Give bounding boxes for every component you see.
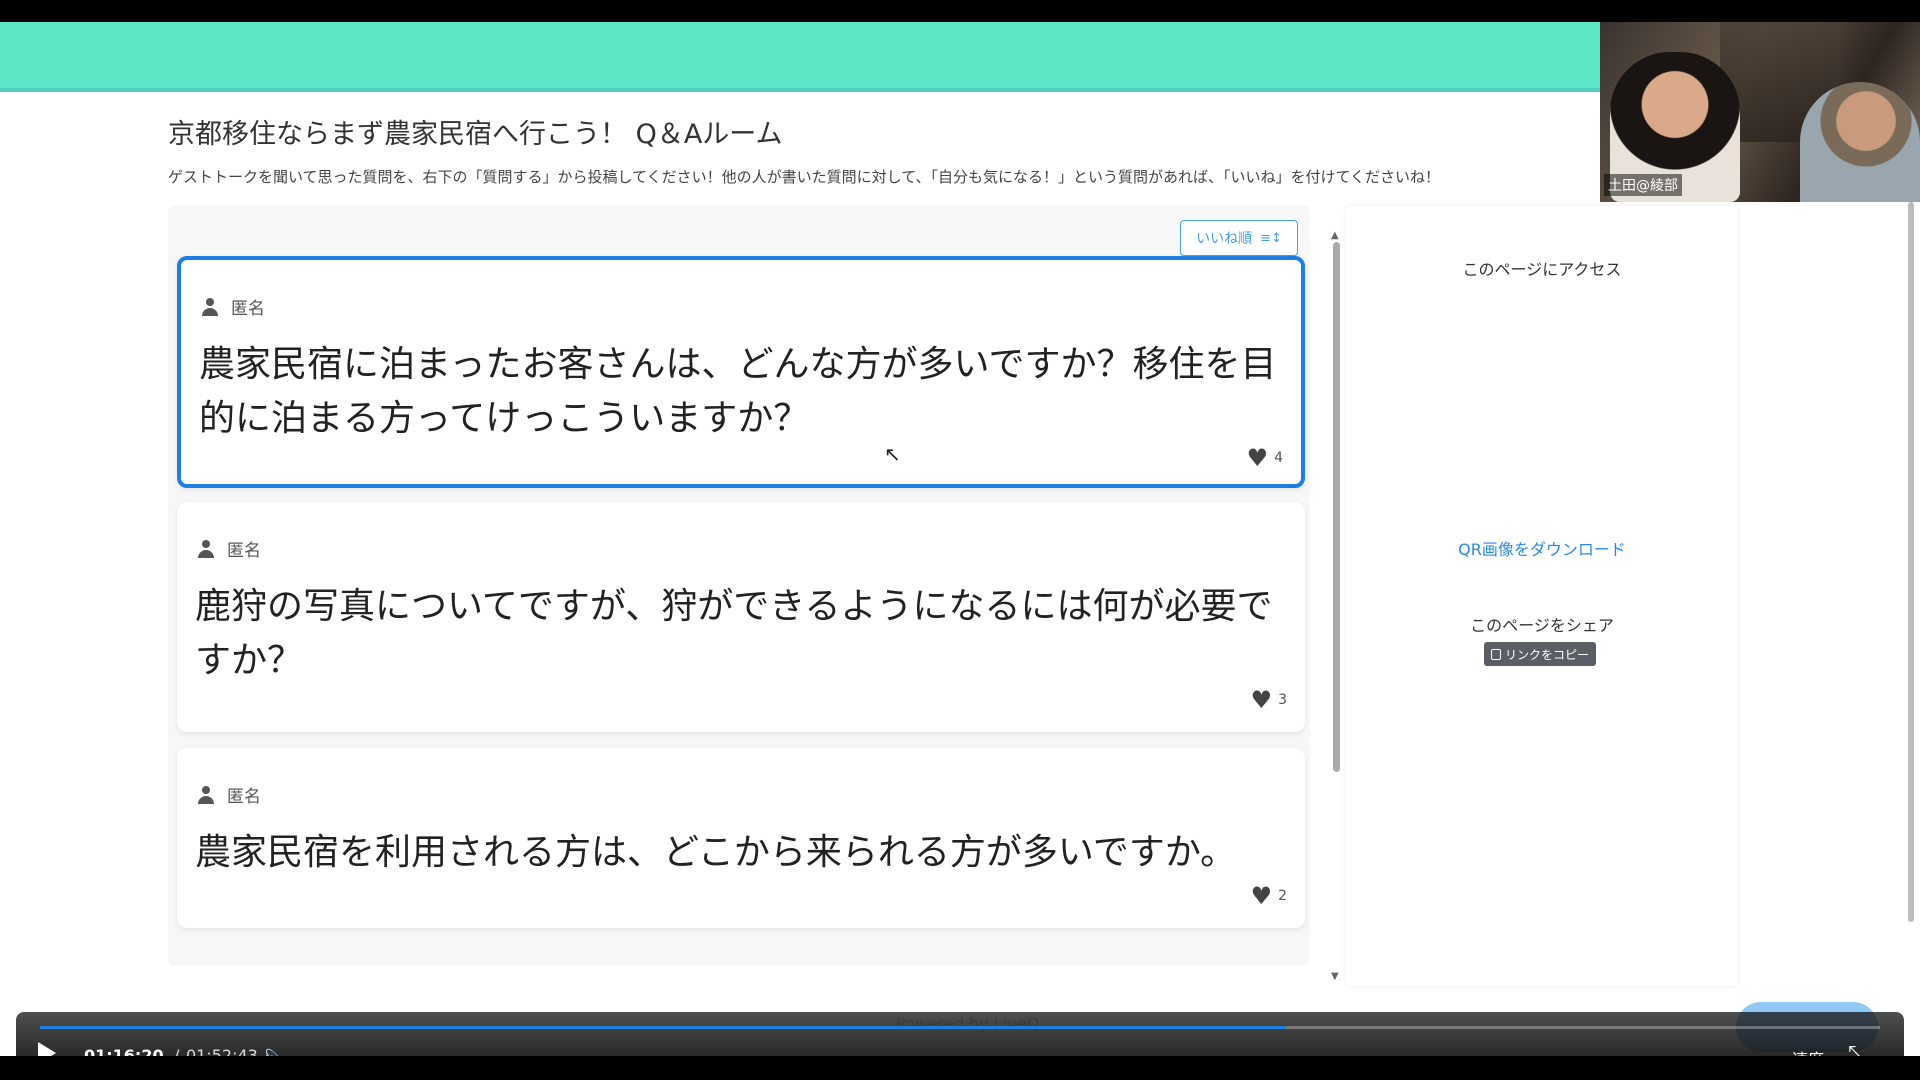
share-label: このページをシェア — [1470, 616, 1614, 635]
exit-fullscreen-icon[interactable]: ⤡ — [1848, 1042, 1866, 1056]
heart-icon: ♥ — [1246, 444, 1269, 472]
question-author: 匿名 — [197, 782, 261, 807]
person-icon — [197, 785, 215, 804]
webcam-name-label: 土田@綾部 — [1604, 174, 1682, 196]
like-count: 3 — [1278, 692, 1287, 708]
progress-fill — [40, 1026, 1286, 1029]
page-title: 京都移住ならまず農家民宿へ行こう！ Q＆Aルーム — [168, 119, 783, 150]
question-card-2[interactable]: 匿名 鹿狩の写真についてですが、狩ができるようになるには何が必要ですか？ ♥ 3 — [177, 502, 1305, 732]
person-icon — [201, 297, 219, 316]
question-card-1[interactable]: 匿名 農家民宿に泊まったお客さんは、どんな方が多いですか？移住を目的に泊まる方っ… — [177, 256, 1305, 488]
question-card-3[interactable]: 匿名 農家民宿を利用される方は、どこから来られる方が多いですか。 ♥ 2 — [177, 748, 1305, 928]
question-author-name: 匿名 — [231, 299, 265, 319]
mouse-cursor-icon: ↖ — [884, 442, 901, 466]
sort-icon: ≡↕ — [1260, 230, 1282, 246]
sort-button-label: いいね順 — [1196, 231, 1253, 247]
scrollbar-thumb[interactable] — [1333, 242, 1340, 772]
access-label: このページにアクセス — [1462, 260, 1622, 279]
progress-bar[interactable] — [40, 1026, 1880, 1029]
question-list-scrollbar[interactable]: ▲ ▼ — [1331, 230, 1341, 982]
scroll-down-icon[interactable]: ▼ — [1331, 971, 1339, 982]
share-panel: このページにアクセス QR画像をダウンロード このページをシェア リンクをコピー — [1346, 206, 1738, 986]
question-author: 匿名 — [201, 294, 265, 319]
copy-icon — [1490, 648, 1501, 660]
question-text: 鹿狩の写真についてですが、狩ができるようになるには何が必要ですか？ — [195, 586, 1273, 681]
like-count: 4 — [1274, 450, 1283, 466]
question-author-name: 匿名 — [227, 541, 261, 561]
like-button[interactable]: ♥ 4 — [1247, 446, 1283, 470]
question-text: 農家民宿を利用される方は、どこから来られる方が多いですか。 — [195, 832, 1237, 873]
copy-link-label: リンクをコピー — [1504, 647, 1589, 662]
like-button[interactable]: ♥ 2 — [1251, 884, 1287, 908]
webcam-person-right — [1800, 82, 1920, 202]
video-player-controls: Powered by LiveQ 01:16:20 / 01:52:43 🔈 速… — [16, 1012, 1904, 1056]
page-scrollbar[interactable] — [1908, 202, 1914, 922]
sort-button[interactable]: いいね順 ≡↕ — [1180, 220, 1298, 256]
qr-download-link[interactable]: QR画像をダウンロード — [1346, 536, 1738, 560]
speed-button[interactable]: 速度 — [1792, 1046, 1824, 1056]
total-time: 01:52:43 — [186, 1046, 258, 1056]
like-count: 2 — [1278, 888, 1287, 904]
like-button[interactable]: ♥ 3 — [1251, 688, 1287, 712]
copy-link-button[interactable]: リンクをコピー — [1484, 642, 1596, 666]
screen: 土田@綾部 京都移住ならまず農家民宿へ行こう！ Q＆Aルーム ゲストトークを聞い… — [0, 22, 1920, 1056]
question-author: 匿名 — [197, 536, 261, 561]
heart-icon: ♥ — [1250, 686, 1273, 714]
header-bar — [0, 22, 1600, 92]
play-icon[interactable] — [38, 1042, 56, 1056]
scroll-up-icon[interactable]: ▲ — [1331, 230, 1339, 241]
time-separator: / — [174, 1046, 180, 1056]
question-author-name: 匿名 — [227, 787, 261, 807]
heart-icon: ♥ — [1250, 882, 1273, 910]
powered-by-label: Powered by LiveQ — [896, 1014, 1040, 1033]
question-list: いいね順 ≡↕ 匿名 農家民宿に泊まったお客さんは、どんな方が多いですか？移住を… — [168, 206, 1310, 966]
webcam-video: 土田@綾部 — [1600, 22, 1920, 202]
volume-icon[interactable]: 🔈 — [260, 1044, 287, 1056]
page-description: ゲストトークを聞いて思った質問を、右下の「質問する」から投稿してください！他の人… — [168, 168, 1441, 186]
question-text: 農家民宿に泊まったお客さんは、どんな方が多いですか？移住を目的に泊まる方ってけっ… — [199, 344, 1277, 439]
person-icon — [197, 539, 215, 558]
current-time: 01:16:20 — [84, 1046, 164, 1056]
